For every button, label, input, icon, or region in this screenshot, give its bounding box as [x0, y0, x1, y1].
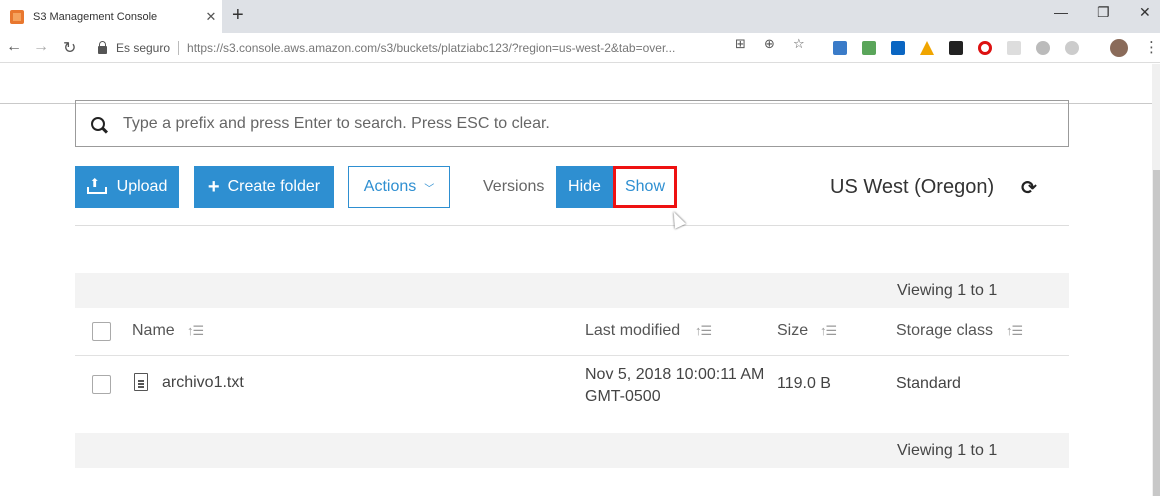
create-folder-button[interactable]: + Create folder: [194, 166, 334, 208]
linkedin-extension-icon[interactable]: [891, 41, 905, 55]
search-icon: [91, 116, 105, 131]
last-modified-date: Nov 5, 2018 10:00:11 AM: [585, 366, 765, 383]
toolbar-divider: [75, 225, 1069, 226]
plus-icon: +: [207, 176, 220, 198]
region-label: US West (Oregon): [830, 176, 995, 198]
tab-close-icon[interactable]: ✕: [200, 9, 222, 25]
lock-icon: [98, 41, 107, 54]
select-all-checkbox[interactable]: [92, 322, 111, 341]
size-cell: 119.0 B: [777, 375, 831, 392]
extension-icon[interactable]: [1007, 41, 1021, 55]
search-input[interactable]: [123, 114, 1068, 133]
close-window-button[interactable]: ✕: [1139, 4, 1151, 21]
row-checkbox[interactable]: [92, 375, 111, 394]
storage-class-cell: Standard: [896, 375, 961, 392]
new-tab-button[interactable]: +: [232, 4, 244, 27]
restore-button[interactable]: ❐: [1097, 4, 1110, 21]
bookmark-star-icon[interactable]: ☆: [793, 36, 805, 52]
minimize-button[interactable]: —: [1054, 4, 1068, 20]
tab-title: S3 Management Console: [33, 10, 158, 23]
menu-kebab-icon[interactable]: ⋮: [1144, 38, 1159, 56]
create-folder-label: Create folder: [227, 178, 321, 195]
scrollbar-thumb[interactable]: [1153, 170, 1160, 496]
address-bar: ← → ↻ Es seguro https://s3.console.aws.a…: [0, 33, 1160, 63]
console-header-strip: [0, 64, 1160, 104]
refresh-icon[interactable]: ⟳: [1021, 177, 1037, 200]
upload-icon: [86, 176, 107, 194]
extension-icon[interactable]: [833, 41, 847, 55]
search-box: [75, 100, 1069, 147]
browser-tab[interactable]: S3 Management Console ✕: [0, 0, 222, 33]
column-header-storage-class[interactable]: Storage class: [896, 322, 993, 340]
aws-favicon-icon: [10, 9, 24, 24]
cloud-extension-icon[interactable]: [1036, 41, 1050, 55]
omnibox-separator: [178, 41, 180, 55]
sort-icon[interactable]: ↑☰: [187, 323, 204, 339]
profile-avatar[interactable]: [1110, 39, 1128, 57]
header-divider: [75, 355, 1069, 356]
last-modified-timezone: GMT-0500: [585, 388, 661, 405]
opera-extension-icon[interactable]: [978, 41, 992, 55]
actions-label: Actions: [363, 178, 417, 195]
viewing-count-top: Viewing 1 to 1: [897, 282, 998, 299]
drive-extension-icon[interactable]: [920, 41, 934, 55]
column-header-name[interactable]: Name: [132, 322, 175, 340]
secure-label: Es seguro: [116, 41, 171, 55]
url-text[interactable]: https://s3.console.aws.amazon.com/s3/buc…: [187, 41, 675, 55]
extension-icon[interactable]: [862, 41, 876, 55]
column-header-size[interactable]: Size: [777, 322, 808, 340]
file-name-link[interactable]: archivo1.txt: [162, 374, 244, 392]
upload-button[interactable]: Upload: [75, 166, 179, 208]
file-icon: [134, 373, 148, 391]
chevron-down-icon: ﹀: [424, 183, 435, 195]
amazon-extension-icon[interactable]: [949, 41, 963, 55]
actions-dropdown[interactable]: Actions ﹀: [348, 166, 450, 208]
browser-tab-bar: S3 Management Console ✕ + — ❐ ✕: [0, 0, 1160, 33]
reload-button[interactable]: ↻: [63, 38, 76, 58]
sort-icon[interactable]: ↑☰: [1006, 323, 1023, 339]
versions-hide-button[interactable]: Hide: [556, 166, 613, 208]
versions-label: Versions: [483, 178, 545, 195]
omnibox[interactable]: Es seguro https://s3.console.aws.amazon.…: [92, 37, 820, 59]
sort-icon[interactable]: ↑☰: [695, 323, 712, 339]
sort-icon[interactable]: ↑☰: [820, 323, 837, 339]
zoom-icon[interactable]: ⊕: [764, 36, 775, 52]
column-header-last-modified[interactable]: Last modified: [585, 322, 680, 340]
back-button[interactable]: ←: [6, 38, 22, 56]
versions-show-button[interactable]: Show: [613, 166, 677, 208]
viewing-count-bottom: Viewing 1 to 1: [897, 442, 998, 459]
upload-label: Upload: [116, 178, 168, 195]
extension-icon[interactable]: [1065, 41, 1079, 55]
translate-icon[interactable]: ⊞: [735, 36, 746, 52]
forward-button[interactable]: →: [33, 38, 49, 56]
last-modified-cell: Nov 5, 2018 10:00:11 AM GMT-0500: [585, 364, 764, 408]
